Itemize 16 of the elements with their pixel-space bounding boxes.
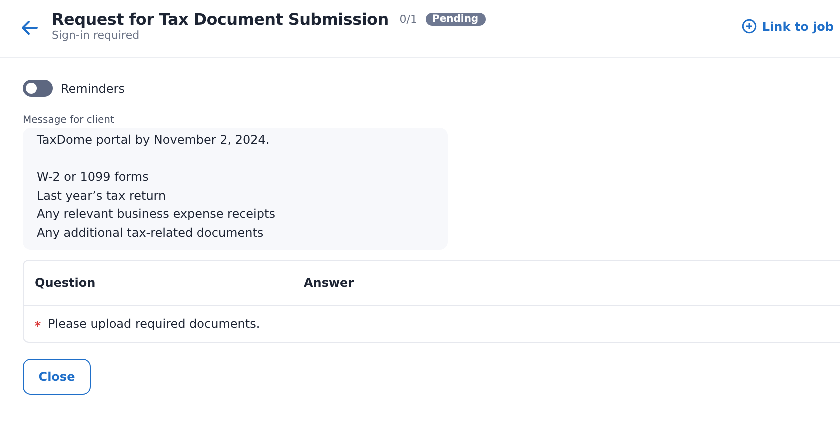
back-button[interactable] — [20, 18, 40, 38]
page-title: Request for Tax Document Submission — [52, 10, 389, 29]
column-header: Answer — [304, 276, 354, 290]
progress-count: 0/1 — [400, 13, 418, 26]
table-cell: Please upload required documents. — [48, 317, 260, 331]
toggle-label: Reminders — [61, 82, 125, 96]
message-text: TaxDome portal by November 2, 2024. W-2 or 1099 forms Last year’s tax return Any relevant business expense receipts Any additional tax-related documents — [37, 132, 276, 242]
page-subtitle: Sign-in required — [52, 29, 141, 42]
plus-circle-icon — [742, 19, 758, 34]
field-label: Message for client — [23, 115, 116, 126]
reminders-toggle[interactable] — [23, 80, 53, 97]
link-to-job-button[interactable]: Link to job — [742, 19, 834, 34]
message-field[interactable]: TaxDome portal by November 2, 2024. W-2 or 1099 forms Last year’s tax return Any relevant business expense receipts Any additional tax-related documents — [23, 128, 448, 250]
close-button[interactable]: Close — [23, 359, 91, 395]
status-badge: Pending — [426, 13, 486, 26]
column-header: Question — [34, 276, 97, 290]
